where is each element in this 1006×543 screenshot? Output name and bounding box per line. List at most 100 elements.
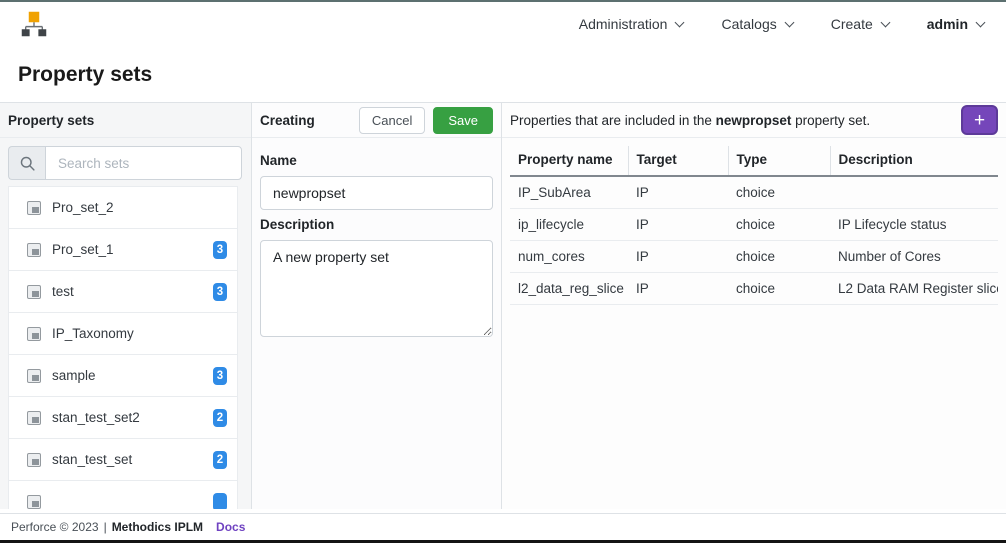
cancel-button[interactable]: Cancel — [359, 107, 425, 134]
footer: Perforce © 2023 | Methodics IPLM Docs — [0, 513, 1006, 540]
property-count-badge: 3 — [213, 367, 227, 385]
search-input[interactable] — [45, 146, 242, 180]
property-set-name: sample — [52, 368, 96, 383]
property-row[interactable]: num_coresIPchoiceNumber of Cores — [510, 241, 998, 273]
property-cell: choice — [728, 273, 830, 305]
property-cell: IP Lifecycle status — [830, 209, 998, 241]
property-set-name: Pro_set_1 — [52, 242, 114, 257]
property-set-list: Pro_set_2 Pro_set_1 3 test 3 IP_Taxonomy… — [8, 186, 238, 509]
property-row[interactable]: ip_lifecycleIPchoiceIP Lifecycle status — [510, 209, 998, 241]
property-set-icon — [27, 369, 41, 383]
property-set-icon — [27, 453, 41, 467]
property-count-badge: 2 — [213, 409, 227, 427]
property-set-list-item[interactable]: stan_test_set2 2 — [9, 397, 237, 439]
nav-menu-user[interactable]: admin — [927, 16, 984, 32]
editor-actions: Cancel Save — [359, 107, 493, 134]
property-set-list-item[interactable]: Pro_set_1 3 — [9, 229, 237, 271]
app-logo[interactable] — [18, 8, 50, 40]
property-cell: l2_data_reg_slice — [510, 273, 628, 305]
column-header: Description — [830, 146, 998, 176]
column-header: Target — [628, 146, 728, 176]
name-field[interactable] — [260, 176, 493, 210]
nav-menu-catalogs[interactable]: Catalogs — [721, 16, 792, 32]
caption-prefix: Properties that are included in the — [510, 113, 716, 128]
property-set-icon — [27, 495, 41, 509]
search-row — [8, 146, 242, 180]
footer-copyright: Perforce © 2023 — [11, 520, 99, 534]
save-button[interactable]: Save — [433, 107, 493, 134]
property-set-icon — [27, 285, 41, 299]
included-properties-header: Properties that are included in the newp… — [502, 103, 1006, 138]
included-properties-panel: Properties that are included in the newp… — [502, 103, 1006, 509]
property-set-name: stan_test_set2 — [52, 410, 140, 425]
caption-suffix: property set. — [791, 113, 870, 128]
property-set-icon — [27, 201, 41, 215]
property-cell: choice — [728, 209, 830, 241]
chevron-down-icon — [880, 17, 890, 27]
main-content: Property sets Pro_set_2 Pro_set_1 3 test… — [0, 102, 1006, 509]
docs-link[interactable]: Docs — [216, 520, 245, 534]
property-sets-panel: Property sets Pro_set_2 Pro_set_1 3 test… — [0, 103, 252, 509]
property-count-badge: 2 — [213, 451, 227, 469]
column-header: Property name — [510, 146, 628, 176]
property-cell: IP_SubArea — [510, 176, 628, 209]
property-set-list-item[interactable]: Pro_set_2 — [9, 187, 237, 229]
property-cell: L2 Data RAM Register slice — [830, 273, 998, 305]
title-bar: Property sets — [0, 46, 1006, 102]
property-count-badge: 3 — [213, 241, 227, 259]
description-label: Description — [260, 217, 493, 232]
nav-menu-administration[interactable]: Administration — [579, 16, 684, 32]
property-set-icon — [27, 411, 41, 425]
hierarchy-logo-icon — [20, 10, 48, 38]
editor-form: Name Description A new property set — [252, 138, 501, 348]
property-set-name: stan_test_set — [52, 452, 132, 467]
properties-table: Property nameTargetTypeDescription IP_Su… — [510, 146, 998, 305]
property-set-list-item[interactable]: IP_Taxonomy — [9, 313, 237, 355]
user-name: admin — [927, 16, 968, 32]
editor-panel: Creating Cancel Save Name Description A … — [252, 103, 502, 509]
column-header: Type — [728, 146, 830, 176]
property-cell: IP — [628, 176, 728, 209]
editor-panel-header: Creating Cancel Save — [252, 103, 501, 138]
property-cell: num_cores — [510, 241, 628, 273]
included-properties-caption: Properties that are included in the newp… — [510, 113, 870, 128]
property-row[interactable]: IP_SubAreaIPchoice — [510, 176, 998, 209]
property-set-list-item[interactable] — [9, 481, 237, 509]
add-property-button[interactable]: + — [961, 105, 998, 135]
plus-icon: + — [974, 111, 985, 130]
property-cell: ip_lifecycle — [510, 209, 628, 241]
property-set-name: test — [52, 284, 74, 299]
property-sets-panel-header: Property sets — [0, 103, 251, 138]
property-cell: choice — [728, 241, 830, 273]
footer-brand: Methodics IPLM — [112, 520, 203, 534]
property-cell: IP — [628, 241, 728, 273]
chevron-down-icon — [976, 17, 986, 27]
caption-propset-name: newpropset — [716, 113, 792, 128]
property-set-icon — [27, 243, 41, 257]
nav-menu-create[interactable]: Create — [831, 16, 889, 32]
panel-title: Property sets — [8, 113, 94, 128]
page-title: Property sets — [18, 63, 988, 87]
footer-separator: | — [104, 520, 107, 534]
nav-menu-label: Create — [831, 16, 873, 32]
property-set-name: Pro_set_2 — [52, 200, 114, 215]
property-cell: choice — [728, 176, 830, 209]
property-cell: IP — [628, 273, 728, 305]
chevron-down-icon — [675, 17, 685, 27]
property-count-badge: 3 — [213, 283, 227, 301]
property-set-list-wrap: Pro_set_2 Pro_set_1 3 test 3 IP_Taxonomy… — [0, 186, 251, 509]
editor-state-label: Creating — [260, 113, 315, 128]
nav-menu-label: Catalogs — [721, 16, 776, 32]
property-set-list-item[interactable]: test 3 — [9, 271, 237, 313]
property-set-list-item[interactable]: stan_test_set 2 — [9, 439, 237, 481]
description-field[interactable]: A new property set — [260, 240, 493, 337]
property-set-name: IP_Taxonomy — [52, 326, 134, 341]
navbar: Administration Catalogs Create admin — [0, 2, 1006, 46]
property-cell: Number of Cores — [830, 241, 998, 273]
property-cell: IP — [628, 209, 728, 241]
property-set-list-item[interactable]: sample 3 — [9, 355, 237, 397]
search-icon — [19, 155, 36, 172]
property-row[interactable]: l2_data_reg_sliceIPchoiceL2 Data RAM Reg… — [510, 273, 998, 305]
property-cell — [830, 176, 998, 209]
nav-menu-label: Administration — [579, 16, 668, 32]
